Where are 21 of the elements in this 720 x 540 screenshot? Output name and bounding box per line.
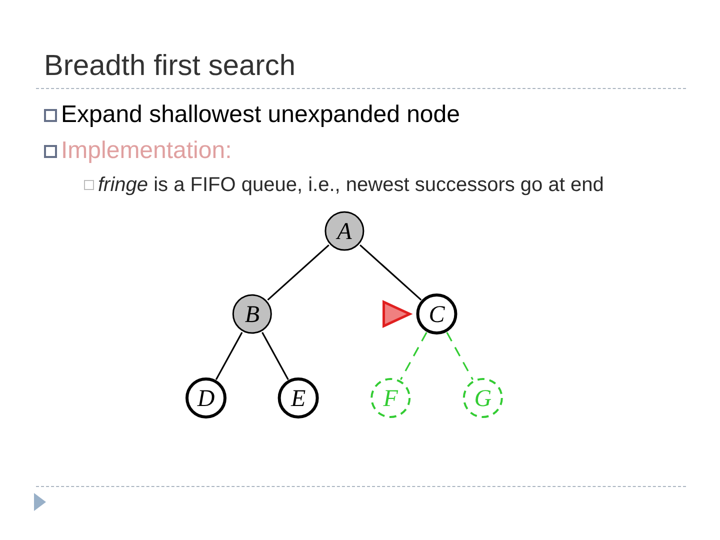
tree-edge bbox=[215, 332, 243, 380]
tree-edge bbox=[360, 244, 422, 301]
tree-edge bbox=[262, 332, 289, 380]
tree-node: F bbox=[370, 378, 411, 418]
slide-title: Breadth first search bbox=[44, 49, 296, 84]
bullet-text: Expand shallowest unexpanded node bbox=[61, 100, 460, 130]
tree-node: G bbox=[462, 378, 503, 418]
tree-edge bbox=[400, 332, 428, 380]
bullet-icon bbox=[44, 108, 57, 122]
tree-node: C bbox=[416, 294, 458, 334]
tree-node: A bbox=[324, 211, 364, 251]
tree-edge bbox=[267, 244, 330, 301]
tree-node: B bbox=[232, 294, 272, 334]
bullet-text: fringe is a FIFO queue, i.e., newest successors go at end bbox=[98, 173, 604, 198]
bullet-icon bbox=[84, 180, 94, 190]
tree-node: E bbox=[278, 378, 319, 418]
play-triangle-icon bbox=[34, 493, 46, 511]
bullet-icon bbox=[44, 144, 57, 158]
tree-node: D bbox=[186, 378, 226, 418]
bullet-text: Implementation: bbox=[61, 136, 232, 166]
tree-edge bbox=[446, 332, 474, 380]
